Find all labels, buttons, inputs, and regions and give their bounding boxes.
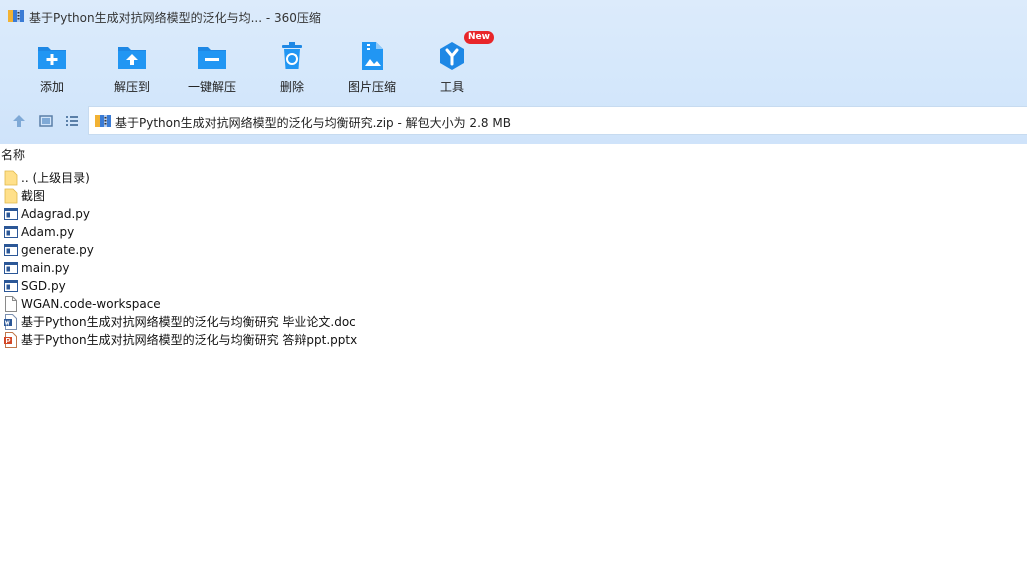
extract-to-folder-icon	[118, 47, 146, 69]
file-name: SGD.py	[21, 279, 66, 293]
delete-button[interactable]: 删除	[252, 36, 332, 98]
list-item[interactable]: Adam.py	[0, 223, 400, 241]
list-item[interactable]: .. (上级目录)	[0, 169, 400, 187]
tools-icon	[440, 42, 464, 70]
one-click-extract-icon	[198, 47, 226, 69]
image-compress-icon	[362, 42, 383, 70]
python-file-icon	[4, 208, 18, 220]
new-badge: New	[464, 31, 494, 44]
add-button[interactable]: 添加	[12, 36, 92, 98]
add-label: 添加	[39, 80, 64, 94]
list-item[interactable]: 截图	[0, 187, 400, 205]
list-item[interactable]: 基于Python生成对抗网络模型的泛化与均衡研究 答辩ppt.pptx	[0, 331, 400, 349]
image-compress-label: 图片压缩	[347, 80, 396, 94]
file-name: main.py	[21, 261, 70, 275]
path-field[interactable]: 基于Python生成对抗网络模型的泛化与均衡研究.zip - 解包大小为 2.8…	[88, 106, 1027, 135]
list-item[interactable]: WGAN.code-workspace	[0, 295, 400, 313]
python-file-icon	[4, 262, 18, 274]
file-name: 基于Python生成对抗网络模型的泛化与均衡研究 毕业论文.doc	[21, 315, 356, 329]
file-name: .. (上级目录)	[21, 171, 90, 185]
recycle-bin-icon	[282, 42, 302, 69]
add-folder-icon	[38, 47, 66, 69]
list-item[interactable]: main.py	[0, 259, 400, 277]
file-name: 截图	[21, 189, 46, 203]
delete-label: 删除	[279, 80, 304, 94]
file-name: generate.py	[21, 243, 94, 257]
tools-label: 工具	[439, 80, 464, 94]
file-name: Adagrad.py	[21, 207, 91, 221]
list-item[interactable]: SGD.py	[0, 277, 400, 295]
one-click-extract-label: 一键解压	[187, 80, 236, 94]
list-item[interactable]: 基于Python生成对抗网络模型的泛化与均衡研究 毕业论文.doc	[0, 313, 400, 331]
folder-icon	[4, 188, 18, 204]
blank-file-icon	[5, 296, 17, 312]
name-column-header[interactable]: 名称	[0, 146, 1027, 164]
top-panel: 基于Python生成对抗网络模型的泛化与均... - 360压缩 添加 解压到	[0, 0, 1027, 144]
toolbar: 添加 解压到 一键解压 删除 图片压缩 New 工具	[0, 31, 1027, 100]
image-compress-button[interactable]: 图片压缩	[332, 36, 412, 98]
thumbnail-view-icon[interactable]	[38, 113, 54, 129]
archive-path-text: 基于Python生成对抗网络模型的泛化与均衡研究.zip - 解包大小为 2.8…	[115, 116, 511, 130]
title-bar: 基于Python生成对抗网络模型的泛化与均... - 360压缩	[0, 0, 1027, 34]
word-doc-icon	[4, 314, 17, 330]
file-name: 基于Python生成对抗网络模型的泛化与均衡研究 答辩ppt.pptx	[21, 333, 358, 347]
up-arrow-icon[interactable]	[11, 113, 27, 129]
python-file-icon	[4, 280, 18, 292]
list-item[interactable]: generate.py	[0, 241, 400, 259]
extract-to-button[interactable]: 解压到	[92, 36, 172, 98]
powerpoint-file-icon	[4, 332, 17, 348]
list-item[interactable]: Adagrad.py	[0, 205, 400, 223]
window-title: 基于Python生成对抗网络模型的泛化与均... - 360压缩	[29, 11, 321, 25]
tools-button[interactable]: New 工具	[412, 31, 494, 98]
app-logo-icon	[8, 10, 24, 22]
python-file-icon	[4, 226, 18, 238]
address-bar: 基于Python生成对抗网络模型的泛化与均衡研究.zip - 解包大小为 2.8…	[0, 106, 1027, 136]
file-name: WGAN.code-workspace	[21, 297, 161, 311]
parent-folder-icon	[4, 170, 18, 186]
file-name: Adam.py	[21, 225, 75, 239]
one-click-extract-button[interactable]: 一键解压	[172, 36, 252, 98]
python-file-icon	[4, 244, 18, 256]
zip-archive-icon	[95, 115, 111, 127]
list-view-icon[interactable]	[64, 113, 80, 129]
file-list: 名称 .. (上级目录) 截图 Adagrad.py Adam.py gener…	[0, 144, 1027, 577]
extract-to-label: 解压到	[113, 80, 150, 94]
